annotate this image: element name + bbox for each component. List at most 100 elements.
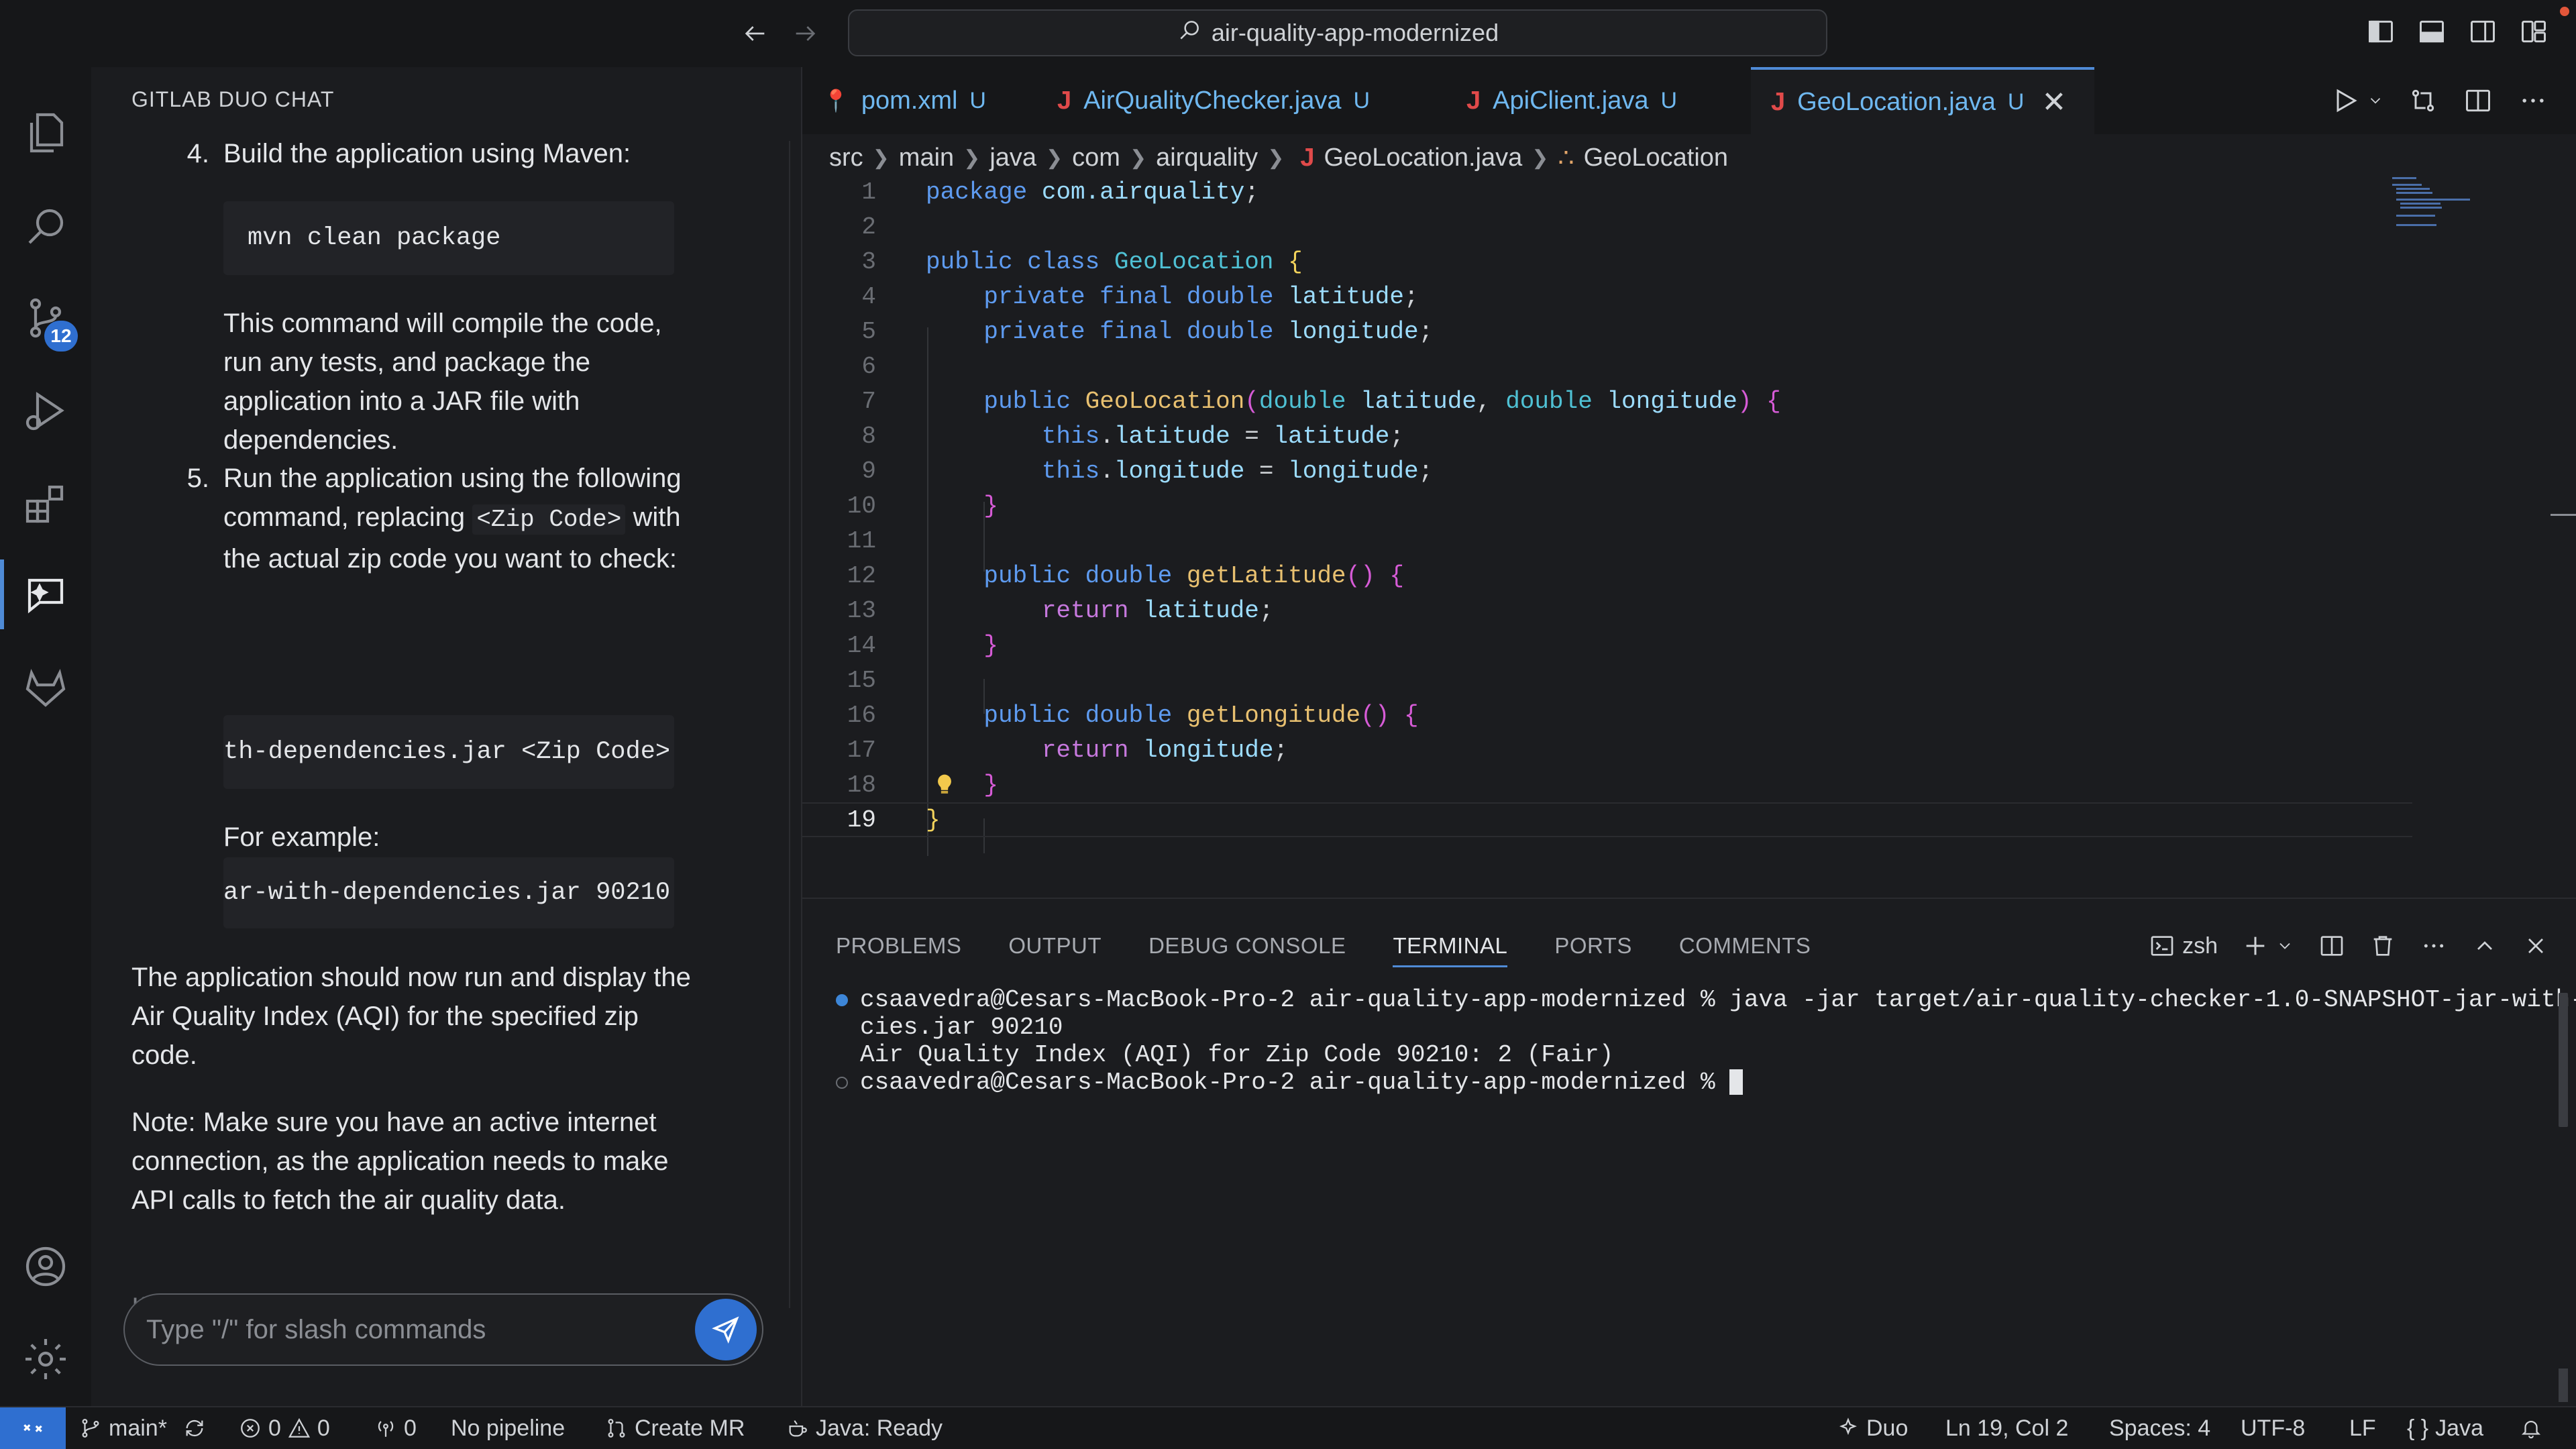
forward-arrow-icon[interactable] [786, 15, 824, 52]
breadcrumb-item[interactable]: main [899, 144, 954, 172]
maximize-panel-icon[interactable] [2471, 930, 2498, 962]
notifications-bell-icon[interactable] [2520, 1407, 2542, 1449]
customize-layout-icon[interactable] [2518, 16, 2549, 47]
toggle-secondary-sidebar-icon[interactable] [2467, 16, 2498, 47]
ports-count: 0 [404, 1415, 417, 1441]
run-icon[interactable] [2329, 85, 2361, 117]
tab-output[interactable]: OUTPUT [1008, 926, 1102, 966]
split-editor-icon[interactable] [2462, 85, 2494, 117]
pipeline-status[interactable]: No pipeline [451, 1407, 565, 1449]
duo-chat-panel: GITLAB DUO CHAT 4. Build the application… [91, 67, 802, 1406]
minimap[interactable] [2392, 174, 2486, 228]
breadcrumb-item[interactable]: GeoLocation.java [1324, 144, 1522, 172]
chat-input[interactable] [146, 1309, 669, 1350]
plus-icon [2246, 936, 2265, 955]
terminal-scrollbar[interactable] [2559, 993, 2568, 1127]
more-actions-icon[interactable] [2517, 85, 2549, 117]
code-editor[interactable]: 1 package com.airquality; 2 3 public cla… [802, 174, 2412, 892]
step-number: 4. [186, 139, 209, 168]
language-mode[interactable]: { } Java [2407, 1407, 2483, 1449]
new-terminal-button[interactable] [2242, 930, 2294, 962]
cursor-position[interactable]: Ln 19, Col 2 [1945, 1407, 2068, 1449]
tab-pom-xml[interactable]: 📍 pom.xml U [802, 67, 1030, 134]
settings-gear-icon[interactable] [0, 1313, 91, 1405]
command-center-search[interactable]: air-quality-app-modernized [848, 9, 1827, 56]
back-arrow-icon[interactable] [737, 15, 774, 52]
terminal-scrollbar-thumb[interactable] [2559, 1368, 2568, 1402]
search-icon [1177, 17, 1202, 49]
code-block[interactable]: mvn clean package [223, 201, 674, 275]
end-of-line[interactable]: LF [2349, 1407, 2376, 1449]
tab-comments[interactable]: COMMENTS [1679, 926, 1811, 966]
explorer-icon[interactable] [0, 87, 91, 178]
chevron-down-icon[interactable] [2367, 85, 2384, 117]
tab-terminal[interactable]: TERMINAL [1393, 926, 1508, 967]
tab-label: AirQualityChecker.java [1083, 86, 1342, 115]
tab-geolocation-java[interactable]: J GeoLocation.java U ✕ [1751, 67, 2094, 134]
breadcrumb-item[interactable]: src [829, 144, 863, 172]
terminal-cursor [1729, 1069, 1743, 1095]
terminal-shell-selector[interactable]: zsh [2149, 930, 2218, 962]
run-debug-icon[interactable] [0, 365, 91, 456]
tab-ports[interactable]: PORTS [1554, 926, 1632, 966]
breadcrumb-item[interactable]: GeoLocation [1584, 144, 1729, 172]
lightbulb-icon[interactable] [934, 773, 955, 797]
chat-paragraph: The application should now run and displ… [131, 963, 691, 1070]
duo-status[interactable]: Duo [1837, 1407, 1908, 1449]
java-icon: J [1771, 87, 1786, 116]
sync-icon [186, 1420, 203, 1436]
terminal-line: cies.jar 90210 [860, 1014, 1063, 1041]
code-line: 7 public GeoLocation(double latitude, do… [861, 387, 1781, 415]
close-panel-icon[interactable] [2522, 930, 2549, 962]
error-count: 0 [268, 1415, 281, 1441]
gitlab-icon[interactable] [0, 641, 91, 733]
breadcrumb-item[interactable]: java [989, 144, 1036, 172]
java-status[interactable]: Java: Ready [786, 1407, 943, 1449]
tab-problems[interactable]: PROBLEMS [836, 926, 961, 966]
code-block[interactable]: ar-with-dependencies.jar 90210 [223, 857, 674, 928]
editor-tabs: 📍 pom.xml U J AirQualityChecker.java U J… [802, 67, 2576, 134]
code-line: 11 [847, 527, 876, 555]
create-mr-label: Create MR [635, 1415, 745, 1441]
duo-icon [1839, 1417, 1857, 1436]
breadcrumb-item[interactable]: airquality [1156, 144, 1258, 172]
remote-indicator-icon[interactable] [0, 1407, 66, 1449]
close-tab-icon[interactable]: ✕ [2041, 85, 2066, 119]
trash-icon[interactable] [2369, 930, 2396, 962]
tab-airqualitychecker-java[interactable]: J AirQualityChecker.java U [1037, 67, 1440, 134]
compare-changes-icon[interactable] [2407, 85, 2439, 117]
branch-indicator[interactable]: main* [79, 1407, 206, 1449]
toggle-primary-sidebar-icon[interactable] [2365, 16, 2396, 47]
code-line: 18 } [847, 771, 999, 799]
title-bar: air-quality-app-modernized [0, 0, 2576, 67]
tab-debug-console[interactable]: DEBUG CONSOLE [1148, 926, 1346, 966]
shell-name: zsh [2182, 932, 2218, 959]
breadcrumb-item[interactable]: com [1072, 144, 1120, 172]
source-control-icon[interactable]: 12 [0, 272, 91, 364]
accounts-icon[interactable] [0, 1221, 91, 1312]
language-label: Java [2435, 1415, 2483, 1441]
code-block[interactable]: th-dependencies.jar <Zip Code> [223, 715, 674, 789]
editor-scrollbar[interactable] [2551, 514, 2576, 516]
merge-request-icon [608, 1419, 625, 1438]
problems-indicator[interactable]: 0 0 [239, 1407, 330, 1449]
step-number: 5. [186, 464, 209, 493]
ports-indicator[interactable]: 0 [374, 1407, 417, 1449]
code-line: 17 return longitude; [847, 736, 1289, 764]
extensions-icon[interactable] [0, 458, 91, 549]
toggle-panel-icon[interactable] [2416, 16, 2447, 47]
code-text: mvn clean package [248, 224, 501, 252]
encoding[interactable]: UTF-8 [2241, 1407, 2305, 1449]
send-button[interactable] [695, 1299, 757, 1360]
search-icon[interactable] [0, 181, 91, 272]
split-terminal-icon[interactable] [2318, 930, 2345, 962]
indentation[interactable]: Spaces: 4 [2109, 1407, 2210, 1449]
chevron-right-icon: ❯ [1129, 146, 1147, 169]
tab-apiclient-java[interactable]: J ApiClient.java U [1446, 67, 1741, 134]
duo-chat-icon[interactable] [0, 549, 91, 640]
create-mr-button[interactable]: Create MR [605, 1407, 745, 1449]
chat-scrollbar[interactable] [789, 141, 790, 1308]
terminal-icon [2151, 936, 2174, 956]
terminal-output[interactable]: csaavedra@Cesars-MacBook-Pro-2 air-quali… [836, 986, 2576, 1096]
more-actions-icon[interactable] [2420, 930, 2447, 962]
